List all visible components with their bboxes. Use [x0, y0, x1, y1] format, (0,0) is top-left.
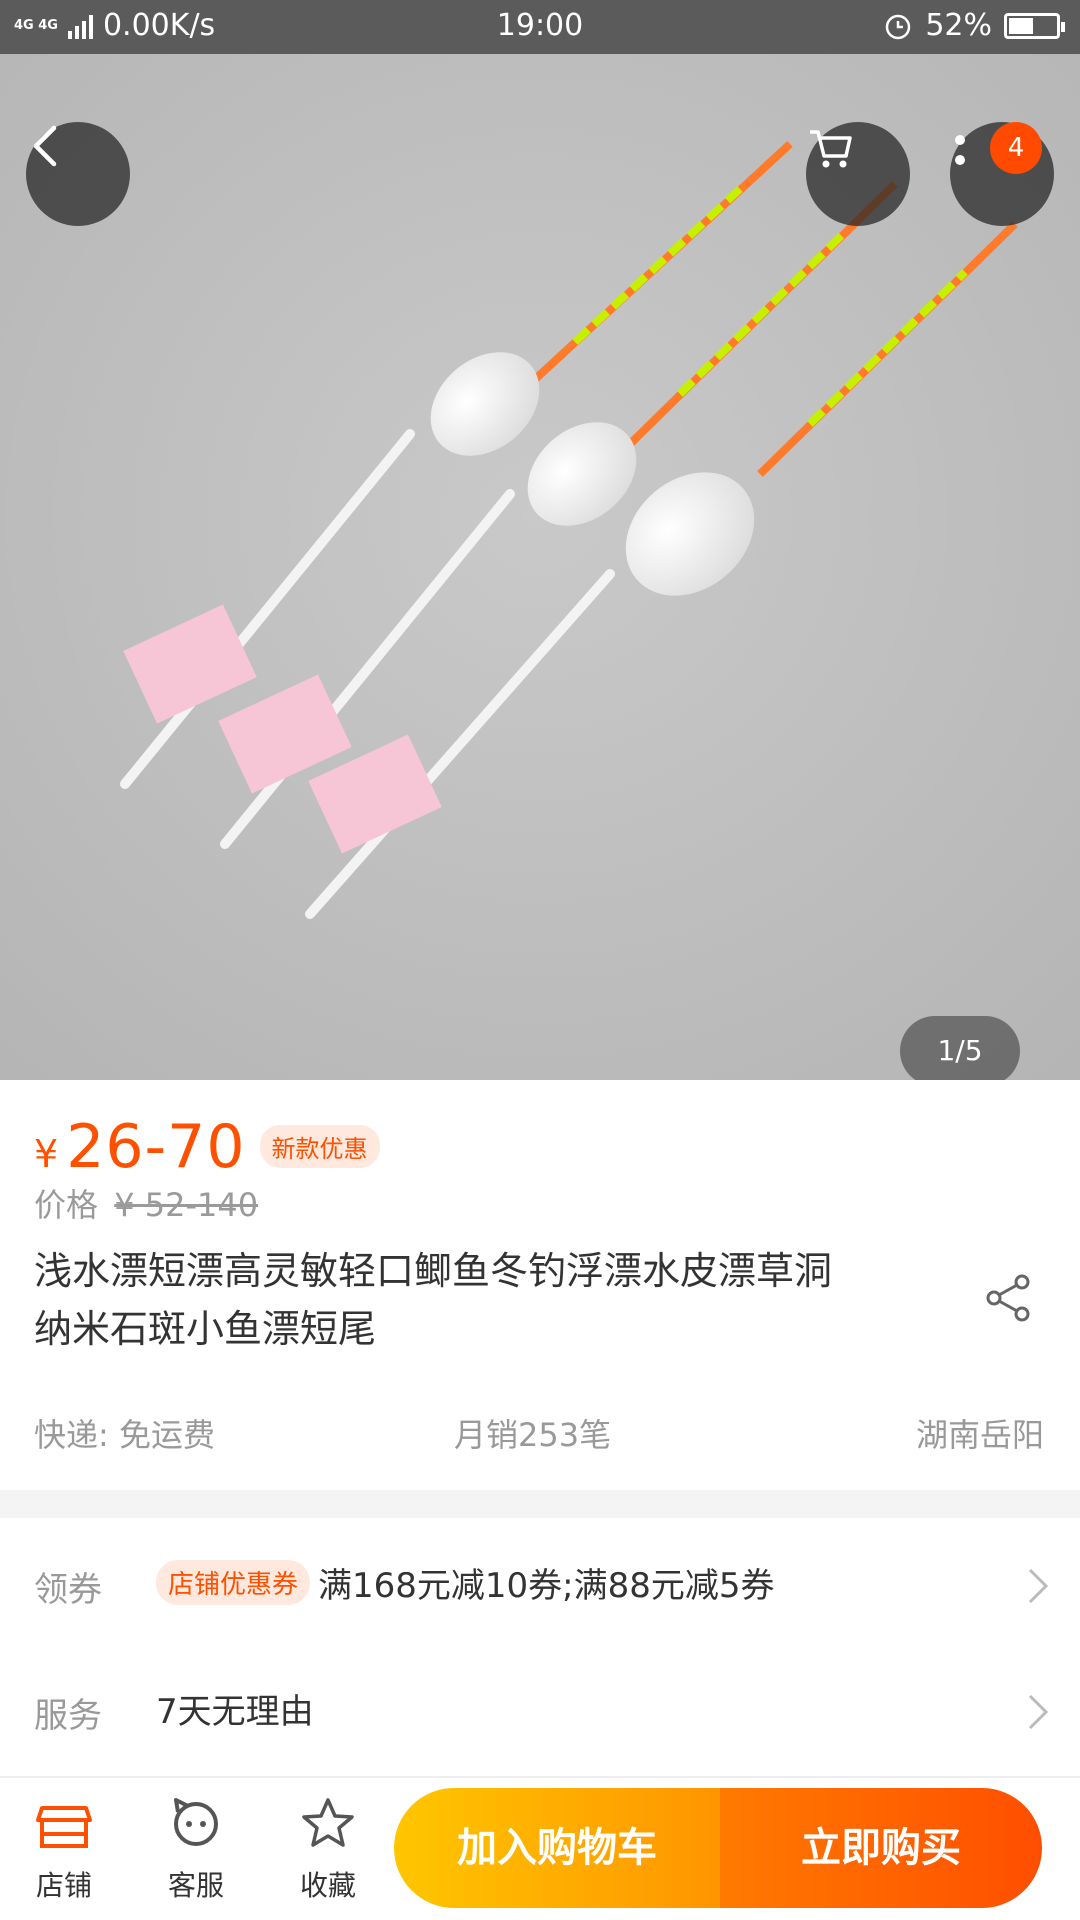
shop-coupon-tag: 店铺优惠券 [156, 1560, 311, 1605]
service-label: 服务 [34, 1696, 102, 1736]
coupon-label: 领券 [34, 1570, 102, 1610]
favorite-tab[interactable]: 收藏 [278, 1794, 378, 1904]
service-text: 7天无理由 [156, 1692, 314, 1732]
add-to-cart-button[interactable]: 加入购物车 [394, 1788, 720, 1908]
back-icon [33, 125, 57, 167]
original-price-row: 价格 ¥ 52-140 [34, 1180, 258, 1226]
more-icon [955, 135, 965, 165]
original-price-label: 价格 [34, 1186, 99, 1224]
alarm-icon [886, 14, 911, 39]
product-detail-page: 4G 4G 0.00K/s 19:00 52% 4 1/5 ¥ 26-70 新款… [0, 0, 1080, 1920]
shop-tab[interactable]: 店铺 [14, 1794, 114, 1904]
original-price: ¥ 52-140 [114, 1186, 259, 1224]
image-pager: 1/5 [900, 1016, 1020, 1080]
battery-icon [1004, 12, 1065, 39]
currency-symbol: ¥ [34, 1132, 59, 1176]
status-bar: 4G 4G 0.00K/s 19:00 52% [0, 0, 1080, 54]
section-divider [0, 1490, 1080, 1518]
ship-location: 湖南岳阳 [915, 1416, 1044, 1454]
coupon-row[interactable]: 领券 店铺优惠券 满168元减10券;满88元减5券 [0, 1530, 1080, 1640]
share-icon[interactable] [980, 1270, 1036, 1326]
chevron-right-icon [1028, 1694, 1049, 1730]
service-row[interactable]: 服务 7天无理由 [0, 1656, 1080, 1766]
customer-service-icon [174, 1798, 219, 1846]
cart-count-badge: 4 [990, 122, 1042, 174]
chevron-right-icon [1028, 1568, 1049, 1604]
star-icon [302, 1798, 354, 1847]
customer-service-label: 客服 [167, 1869, 224, 1902]
monthly-sales: 月销253笔 [454, 1416, 612, 1454]
coupon-text: 满168元减10券;满88元减5券 [318, 1566, 775, 1606]
back-button[interactable] [26, 122, 130, 226]
battery-percent: 52% [925, 8, 992, 43]
cart-button[interactable] [806, 122, 910, 226]
product-photo [0, 54, 1080, 1080]
meta-row: 快递: 免运费 月销253笔 湖南岳阳 [34, 1410, 1044, 1460]
current-price: 26-70 [66, 1112, 246, 1182]
shop-tab-label: 店铺 [35, 1869, 92, 1902]
cart-icon [810, 130, 852, 168]
product-image-carousel[interactable]: 4 1/5 [0, 54, 1080, 1080]
shop-icon [36, 1806, 92, 1848]
promo-tag: 新款优惠 [259, 1125, 380, 1168]
shipping-info: 快递: 免运费 [34, 1416, 215, 1454]
clock: 19:00 [496, 8, 584, 43]
customer-service-tab[interactable]: 客服 [146, 1794, 246, 1904]
price-row: ¥ 26-70 新款优惠 [34, 1112, 380, 1182]
product-title: 浅水漂短漂高灵敏轻口鲫鱼冬钓浮漂水皮漂草洞纳米石斑小鱼漂短尾 [34, 1249, 833, 1351]
buy-now-button[interactable]: 立即购买 [720, 1788, 1042, 1908]
favorite-label: 收藏 [299, 1869, 356, 1902]
